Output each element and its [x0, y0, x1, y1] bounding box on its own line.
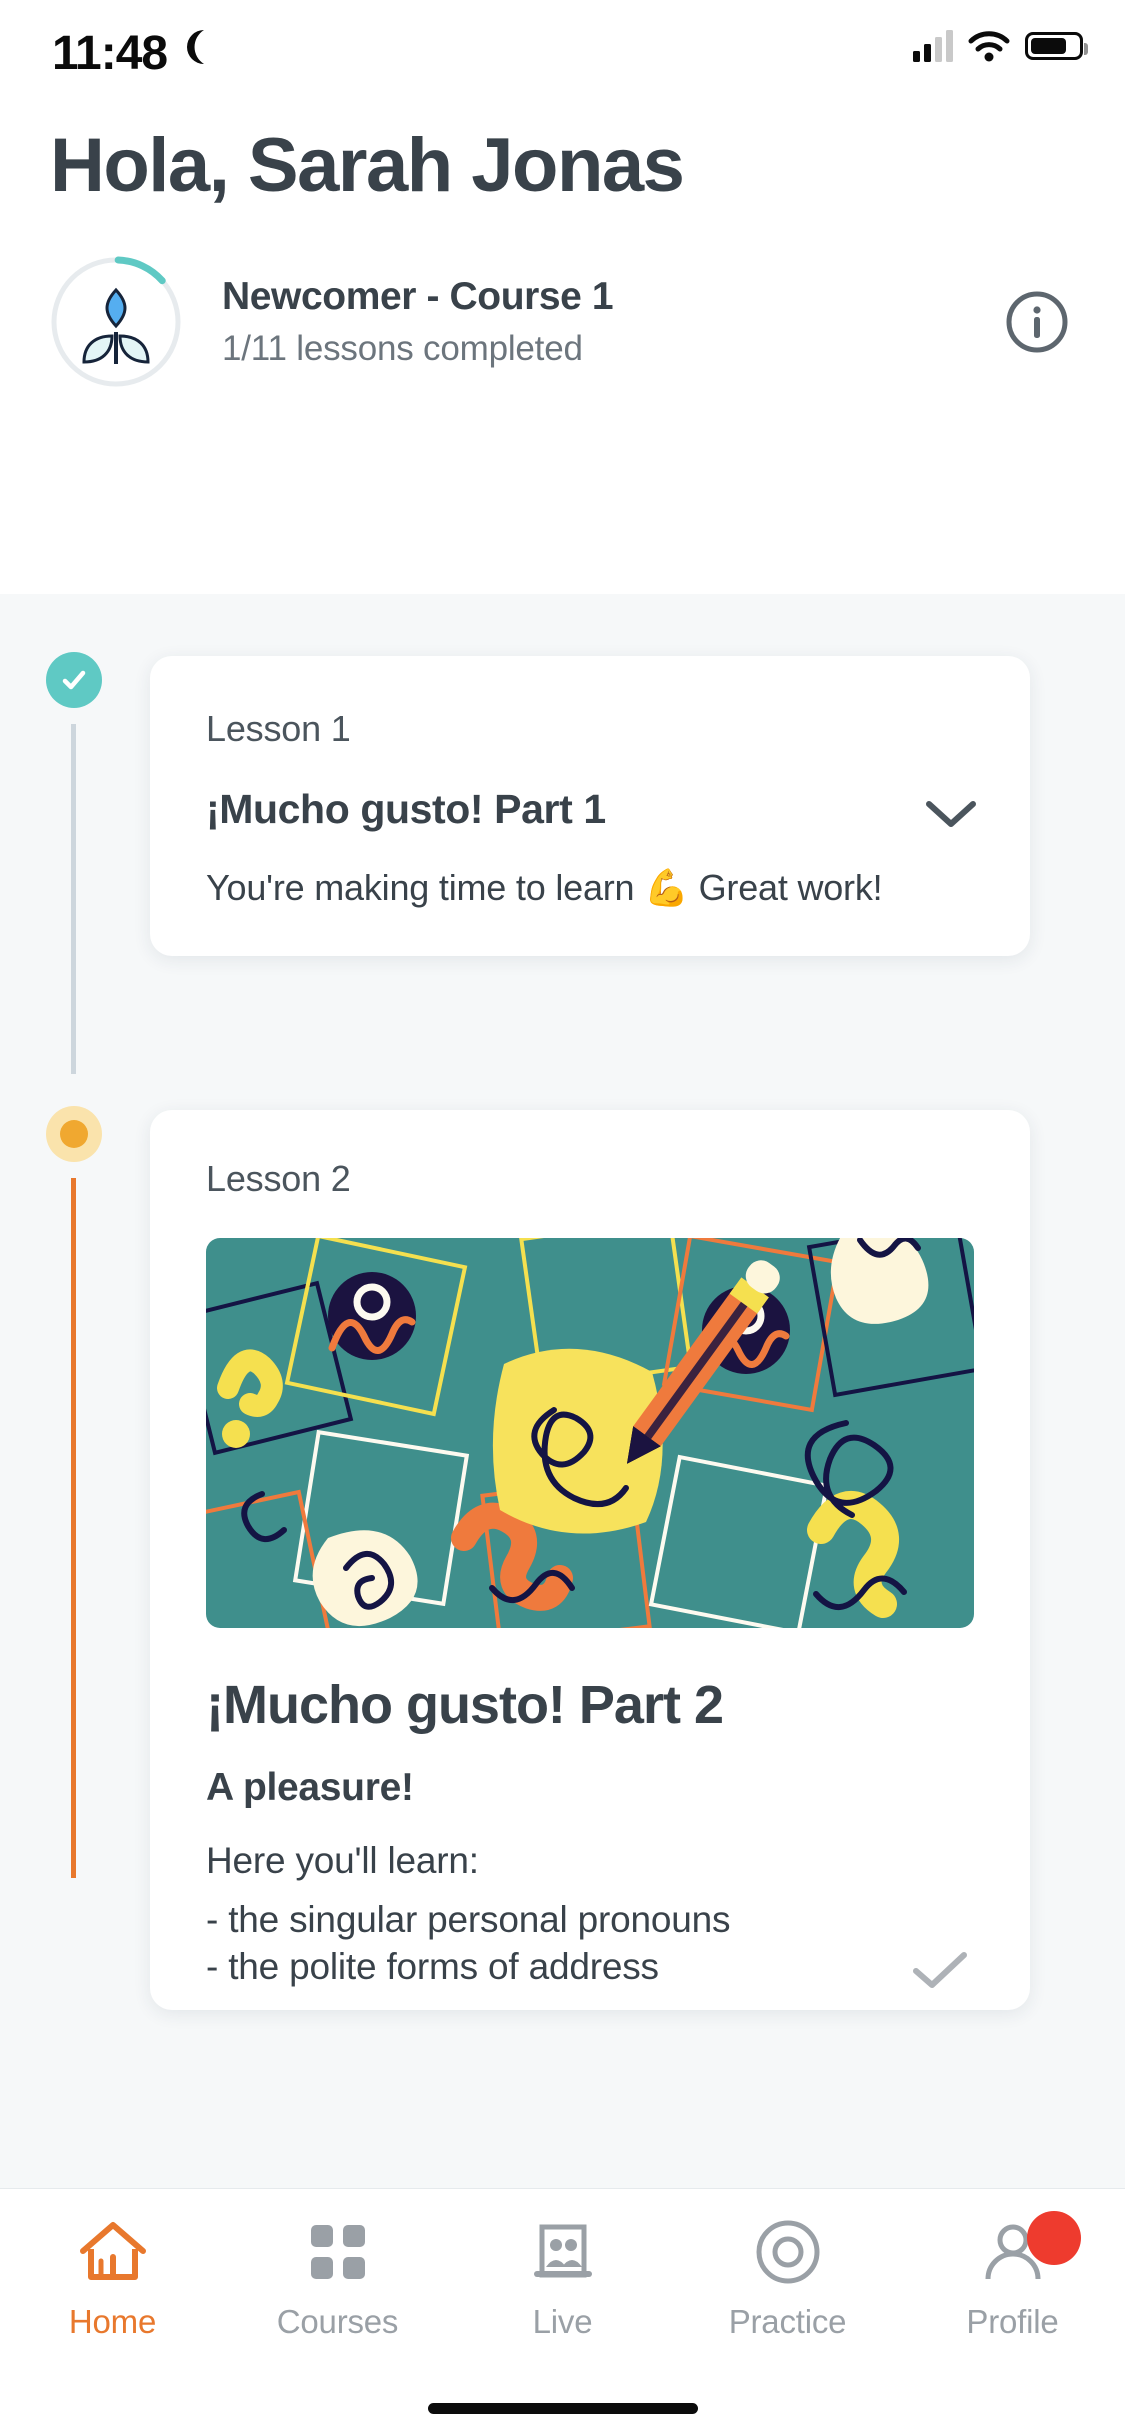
tab-live[interactable]: Live [450, 2215, 675, 2341]
course-progress-label: 1/11 lessons completed [222, 328, 583, 368]
tab-courses-label: Courses [276, 2303, 399, 2340]
lesson-1-title: ¡Mucho gusto! Part 1 [206, 786, 606, 832]
tab-home-label: Home [68, 2303, 157, 2340]
course-text-block: Newcomer - Course 1 1/11 lessons complet… [222, 275, 1004, 369]
lesson-timeline[interactable]: Lesson 1 ¡Mucho gusto! Part 1 You're mak… [0, 594, 1125, 2380]
info-circle-icon[interactable] [1004, 289, 1070, 355]
tab-profile[interactable]: Profile [900, 2211, 1125, 2341]
plant-sprout-icon [82, 287, 150, 364]
header: Hola, Sarah Jonas Newcomer - Course 1 1/… [0, 104, 1125, 594]
dot-circle-icon [60, 1120, 88, 1148]
lesson-2-bullet: - the polite forms of address [206, 1946, 659, 1988]
status-bar: 11:48 [0, 0, 1125, 104]
profile-notification-badge [1026, 2211, 1081, 2265]
bottom-tab-bar: Home Courses Live Practice Profile [0, 2188, 1125, 2436]
tab-home[interactable]: Home [0, 2215, 225, 2341]
check-circle-icon [62, 670, 86, 690]
lesson-1-kicker: Lesson 1 [206, 708, 351, 749]
chevron-down-icon[interactable] [924, 798, 978, 835]
lesson-2-bullets: - the singular personal pronouns - the p… [206, 1896, 974, 1991]
home-indicator [427, 2403, 698, 2414]
course-name: Newcomer - Course 1 [222, 274, 614, 318]
tab-practice-label: Practice [728, 2303, 847, 2340]
lesson-2-title: ¡Mucho gusto! Part 2 [206, 1675, 724, 1735]
live-people-icon [530, 2215, 596, 2289]
battery-icon [1025, 32, 1088, 60]
lesson-2-subtitle: A pleasure! [206, 1766, 414, 1809]
tab-courses[interactable]: Courses [225, 2215, 450, 2341]
timeline-line-current [71, 1178, 76, 1878]
grid-icon [305, 2215, 371, 2289]
lesson-2-kicker: Lesson 2 [206, 1158, 351, 1199]
status-bar-indicators [913, 30, 1088, 62]
target-icon [753, 2215, 823, 2289]
cellular-signal-icon [913, 30, 953, 62]
app-screen: 11:48 Hola, Sarah Jonas Newcomer - Cours… [0, 0, 1125, 2436]
course-progress-ring [50, 256, 182, 388]
status-bar-time: 11:48 [52, 27, 168, 80]
wifi-icon [968, 31, 1010, 62]
check-icon [910, 1951, 970, 1996]
study-illustration [206, 1238, 974, 1628]
lesson-card-1[interactable]: Lesson 1 ¡Mucho gusto! Part 1 You're mak… [150, 656, 1030, 956]
crescent-moon-icon [178, 28, 214, 71]
lesson-2-lead: Here you'll learn: [206, 1840, 479, 1881]
lesson-1-description: You're making time to learn 💪 Great work… [206, 867, 883, 908]
lesson-status-completed [46, 652, 102, 708]
lesson-status-current [46, 1106, 102, 1162]
tab-profile-label: Profile [966, 2303, 1059, 2340]
lesson-2-bullet: - the singular personal pronouns [206, 1899, 731, 1940]
course-summary[interactable]: Newcomer - Course 1 1/11 lessons complet… [50, 234, 1080, 409]
tab-practice[interactable]: Practice [675, 2215, 900, 2341]
home-icon [77, 2215, 149, 2289]
timeline-line-completed [71, 724, 76, 1074]
tab-live-label: Live [532, 2303, 593, 2340]
lesson-card-2[interactable]: Lesson 2 ¡Mucho gusto! Part 2 A pleasure… [150, 1110, 1030, 2010]
page-title: Hola, Sarah Jonas [50, 123, 685, 208]
